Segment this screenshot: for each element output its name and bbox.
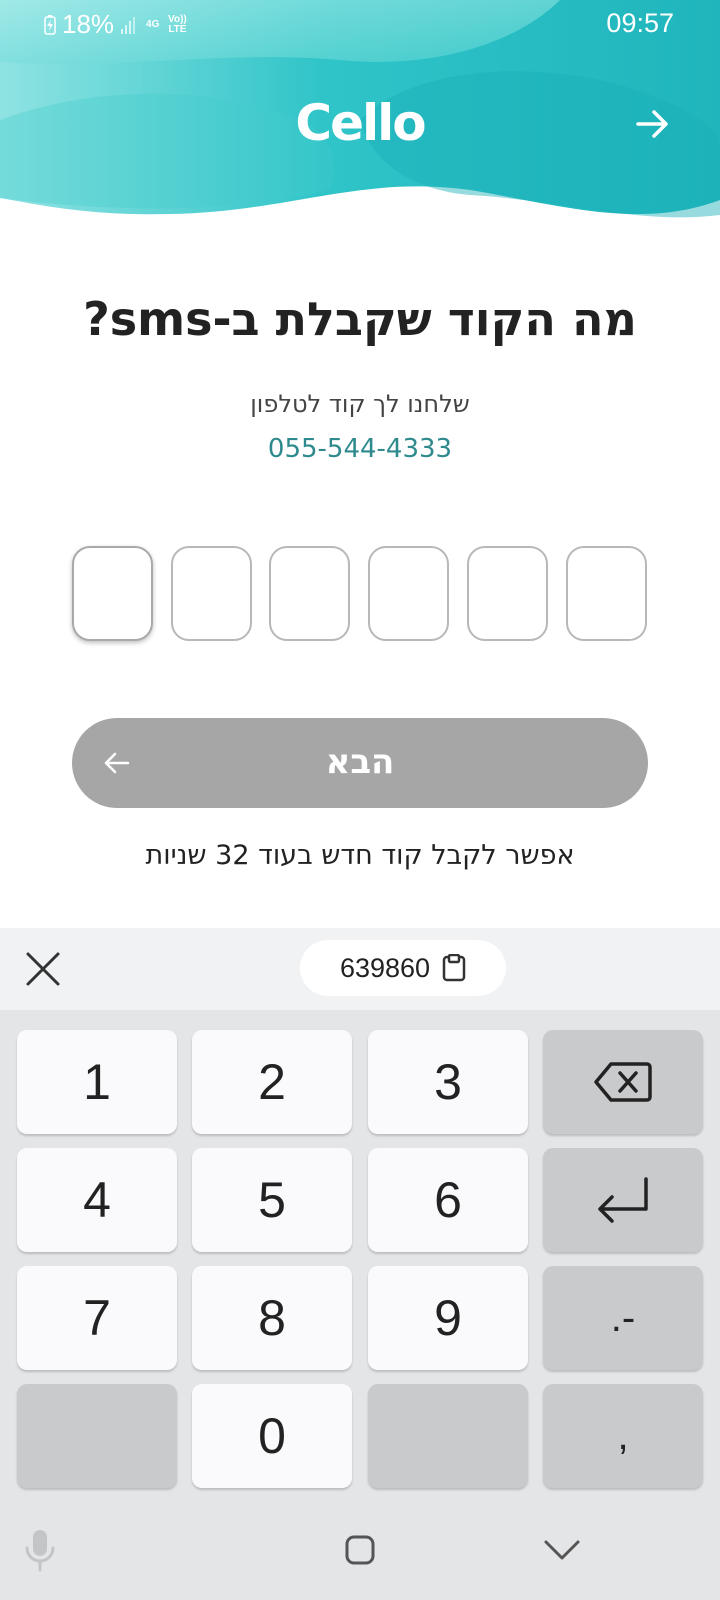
status-clock: 09:57	[606, 8, 674, 38]
key-8[interactable]: 8	[192, 1266, 352, 1370]
home-square-icon[interactable]	[336, 1526, 384, 1574]
next-button-label: הבא	[325, 742, 395, 782]
empty-key-left	[17, 1384, 177, 1488]
status-bar: 18% 4G Vo)) LTE 09:57	[0, 0, 720, 48]
key-3[interactable]: 3	[368, 1030, 528, 1134]
keyboard-toolbar: 639860	[0, 928, 720, 1010]
system-nav-bar	[0, 1500, 720, 1600]
otp-screen: 18% 4G Vo)) LTE 09:57 Cello מה הקוד שקבל…	[0, 0, 720, 1600]
enter-icon	[598, 1177, 648, 1223]
code-digit-box-2[interactable]	[171, 546, 252, 641]
resend-countdown-text: אפשר לקבל קוד חדש בעוד 32 שניות	[145, 840, 575, 871]
signal-strength-icon	[121, 16, 136, 34]
key-5[interactable]: 5	[192, 1148, 352, 1252]
backspace-key[interactable]	[543, 1030, 703, 1134]
back-arrow-icon[interactable]	[632, 104, 672, 144]
status-left: 18% 4G Vo)) LTE	[44, 9, 189, 40]
code-digit-box-5[interactable]	[467, 546, 548, 641]
key-7[interactable]: 7	[17, 1266, 177, 1370]
network-type-label: 4G	[146, 18, 160, 30]
clipboard-value: 639860	[339, 952, 431, 983]
brand-logo: Cello	[295, 94, 426, 152]
microphone-icon[interactable]	[16, 1526, 64, 1574]
code-digit-box-6[interactable]	[566, 546, 647, 641]
phone-number: 055-544-4333	[267, 434, 453, 464]
backspace-icon	[594, 1062, 652, 1102]
key-0[interactable]: 0	[192, 1384, 352, 1488]
key-1[interactable]: 1	[17, 1030, 177, 1134]
header: 18% 4G Vo)) LTE 09:57 Cello	[0, 0, 720, 230]
code-digit-box-1[interactable]	[72, 546, 153, 641]
battery-charging-icon	[44, 14, 56, 35]
enter-key[interactable]	[543, 1148, 703, 1252]
dot-dash-key[interactable]: .-	[543, 1266, 703, 1370]
close-icon[interactable]	[24, 950, 62, 988]
volte-label: Vo)) LTE	[168, 13, 187, 35]
clipboard-suggestion-chip[interactable]: 639860	[300, 940, 506, 996]
clipboard-icon	[442, 954, 466, 982]
sent-code-subtitle: שלחנו לך קוד לטלפון	[250, 390, 470, 418]
code-digit-box-4[interactable]	[368, 546, 449, 641]
key-6[interactable]: 6	[368, 1148, 528, 1252]
battery-percentage: 18%	[62, 9, 115, 39]
key-9[interactable]: 9	[368, 1266, 528, 1370]
next-button[interactable]: הבא	[72, 718, 648, 808]
key-2[interactable]: 2	[192, 1030, 352, 1134]
hide-keyboard-chevron-icon[interactable]	[538, 1526, 586, 1574]
comma-key[interactable]: ,	[543, 1384, 703, 1488]
code-digit-box-3[interactable]	[269, 546, 350, 641]
page-title: מה הקוד שקבלת ב-sms?	[83, 292, 637, 346]
empty-key-middle	[368, 1384, 528, 1488]
key-4[interactable]: 4	[17, 1148, 177, 1252]
